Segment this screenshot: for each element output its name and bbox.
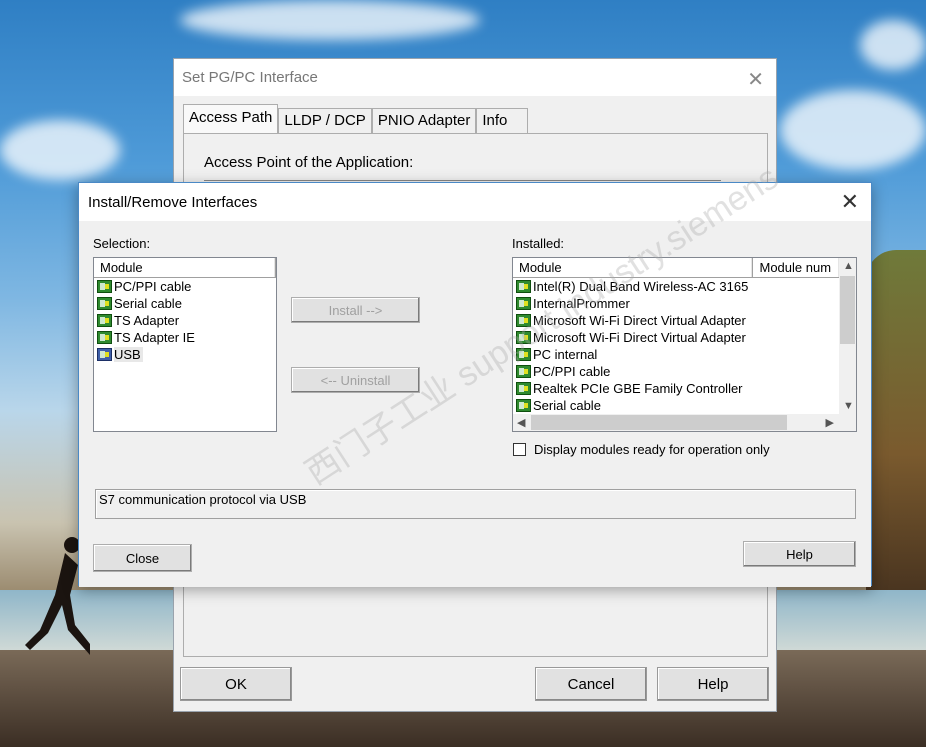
- chevron-down-icon[interactable]: ▼: [843, 400, 854, 412]
- access-point-label: Access Point of the Application:: [204, 154, 414, 171]
- module-icon: [97, 297, 112, 310]
- tab-access-path[interactable]: Access Path: [183, 104, 279, 134]
- list-item-label: TS Adapter: [114, 313, 180, 328]
- module-icon: [97, 314, 112, 327]
- tab-info[interactable]: Info: [476, 108, 529, 134]
- column-header-module[interactable]: Module: [513, 258, 754, 277]
- background-cloud: [860, 20, 926, 70]
- table-row[interactable]: Microsoft Wi-Fi Direct Virtual Adapter: [513, 329, 856, 346]
- module-name: InternalPrommer: [533, 296, 630, 311]
- tab-bar: Access Path LLDP / DCP PNIO Adapter Info: [183, 104, 529, 134]
- module-name: PC internal: [533, 347, 598, 362]
- module-name: Microsoft Wi-Fi Direct Virtual Adapter: [533, 313, 746, 328]
- table-row[interactable]: Intel(R) Dual Band Wireless-AC 3165: [513, 278, 856, 295]
- module-icon: [516, 314, 531, 327]
- list-item[interactable]: PC/PPI cable: [94, 278, 276, 295]
- chevron-right-icon[interactable]: ▶: [826, 416, 834, 429]
- installed-list-header: Module Module num: [513, 258, 839, 278]
- list-item-label: TS Adapter IE: [114, 330, 195, 345]
- usb-module-icon: [97, 348, 112, 361]
- background-cloud: [0, 120, 120, 180]
- module-icon: [516, 365, 531, 378]
- scrollbar-thumb[interactable]: [840, 276, 855, 344]
- table-row[interactable]: Microsoft Wi-Fi Direct Virtual Adapter: [513, 312, 856, 329]
- uninstall-button[interactable]: <-- Uninstall: [291, 367, 420, 393]
- list-item[interactable]: TS Adapter: [94, 312, 276, 329]
- window-title: Set PG/PC Interface: [174, 59, 776, 96]
- list-item-label: Serial cable: [114, 296, 182, 311]
- module-name: Serial cable: [533, 398, 601, 413]
- horizontal-scrollbar[interactable]: ◀ ▶: [513, 414, 856, 431]
- table-row[interactable]: InternalPrommer: [513, 295, 856, 312]
- list-item-label: USB: [114, 347, 143, 362]
- table-row[interactable]: Serial cable: [513, 397, 856, 414]
- ready-modules-checkbox-label[interactable]: Display modules ready for operation only: [534, 442, 770, 457]
- close-icon[interactable]: ✕: [747, 67, 764, 92]
- install-remove-interfaces-dialog: Install/Remove Interfaces ✕ Selection: I…: [78, 158, 872, 587]
- help-button[interactable]: Help: [657, 667, 769, 701]
- tab-lldp-dcp[interactable]: LLDP / DCP: [278, 108, 372, 134]
- module-name: Microsoft Wi-Fi Direct Virtual Adapter: [533, 330, 746, 345]
- module-icon: [516, 348, 531, 361]
- module-icon: [516, 399, 531, 412]
- module-icon: [97, 280, 112, 293]
- ok-button[interactable]: OK: [180, 667, 292, 701]
- chevron-up-icon[interactable]: ▲: [843, 260, 854, 272]
- close-button[interactable]: Close: [93, 544, 192, 572]
- selection-list-header: Module: [94, 258, 276, 278]
- install-button[interactable]: Install -->: [291, 297, 420, 323]
- chevron-left-icon[interactable]: ◀: [517, 416, 525, 429]
- tab-pnio-adapter[interactable]: PNIO Adapter: [371, 108, 477, 134]
- list-item-label: PC/PPI cable: [114, 279, 192, 294]
- cancel-button[interactable]: Cancel: [535, 667, 647, 701]
- selection-listbox[interactable]: Module PC/PPI cable Serial cable TS Adap…: [93, 257, 277, 432]
- help-button[interactable]: Help: [743, 541, 856, 567]
- module-name: PC/PPI cable: [533, 364, 611, 379]
- vertical-scrollbar[interactable]: ▲ ▼: [839, 258, 856, 414]
- column-header-module-number[interactable]: Module num: [753, 258, 839, 277]
- scrollbar-thumb[interactable]: [531, 415, 787, 430]
- module-icon: [516, 331, 531, 344]
- table-row[interactable]: PC internal: [513, 346, 856, 363]
- module-icon: [97, 331, 112, 344]
- description-field: S7 communication protocol via USB: [95, 489, 856, 519]
- selection-label: Selection:: [93, 236, 151, 251]
- column-header-module[interactable]: Module: [94, 258, 276, 277]
- dialog-title: Install/Remove Interfaces: [79, 183, 871, 221]
- background-cliff: [866, 250, 926, 590]
- module-name: Intel(R) Dual Band Wireless-AC 3165: [533, 279, 749, 294]
- table-row[interactable]: Realtek PCIe GBE Family Controller: [513, 380, 856, 397]
- dialog-footer: Close Help: [79, 530, 871, 587]
- list-item[interactable]: Serial cable: [94, 295, 276, 312]
- module-icon: [516, 382, 531, 395]
- installed-label: Installed:: [512, 236, 565, 251]
- background-cloud: [780, 90, 926, 170]
- table-row[interactable]: PC/PPI cable: [513, 363, 856, 380]
- module-icon: [516, 280, 531, 293]
- ready-modules-checkbox[interactable]: [513, 443, 526, 456]
- list-item-selected[interactable]: USB: [94, 346, 276, 363]
- installed-listview[interactable]: Module Module num Intel(R) Dual Band Wir…: [512, 257, 857, 432]
- module-name: Realtek PCIe GBE Family Controller: [533, 381, 743, 396]
- list-item[interactable]: TS Adapter IE: [94, 329, 276, 346]
- module-icon: [516, 297, 531, 310]
- background-cloud: [180, 0, 480, 40]
- close-icon[interactable]: ✕: [841, 189, 859, 215]
